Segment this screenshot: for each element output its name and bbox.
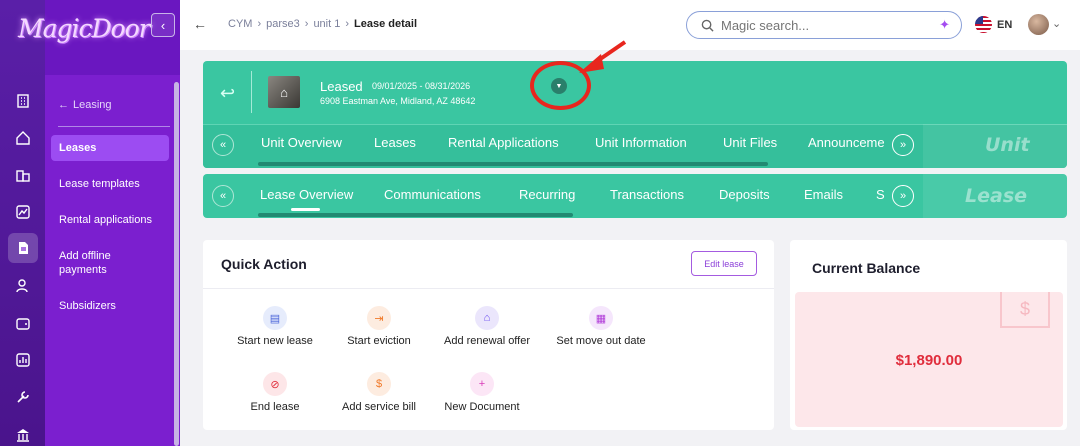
breadcrumb-item[interactable]: CYM: [228, 18, 252, 30]
tab-lease-overview[interactable]: Lease Overview: [260, 187, 353, 202]
tab-deposits[interactable]: Deposits: [719, 187, 770, 202]
arrow-left-icon: ←: [58, 99, 69, 111]
lease-tabs-scrollbar[interactable]: [258, 213, 573, 217]
tab-unit-overview[interactable]: Unit Overview: [261, 135, 342, 150]
add-renewal-offer-action[interactable]: Add renewal offer: [444, 335, 530, 347]
new-lease-icon[interactable]: ▤: [263, 306, 287, 330]
unit-tabs-next[interactable]: »: [892, 134, 914, 156]
breadcrumb-separator: ›: [304, 18, 309, 30]
arrow-left-icon: ←: [193, 16, 207, 32]
tab-unit-files[interactable]: Unit Files: [723, 135, 777, 150]
wallet-icon[interactable]: [8, 308, 38, 338]
unit-tabs-scrollbar[interactable]: [258, 162, 768, 166]
lease-doc-icon[interactable]: [8, 233, 38, 263]
double-chevron-left-icon: «: [219, 139, 227, 151]
new-document-action[interactable]: New Document: [444, 401, 519, 413]
quick-action-title: Quick Action: [221, 256, 307, 272]
tab-transactions[interactable]: Transactions: [610, 187, 684, 202]
start-new-lease-action[interactable]: Start new lease: [237, 335, 313, 347]
breadcrumb-current: Lease detail: [354, 18, 418, 30]
people-icon[interactable]: [8, 271, 38, 301]
header-divider: [251, 71, 252, 113]
submenu-divider: [58, 126, 170, 127]
breadcrumb-separator: ›: [257, 18, 262, 30]
submenu-item-leases[interactable]: Leases: [51, 135, 169, 161]
submenu-item-lease-templates[interactable]: Lease templates: [51, 171, 169, 197]
double-chevron-left-icon: «: [219, 190, 227, 202]
unit-badge: Unit: [985, 134, 1030, 156]
lease-dates: 09/01/2025 - 08/31/2026: [372, 81, 471, 91]
search-icon: [701, 19, 714, 32]
submenu-item-rental-applications[interactable]: Rental applications: [51, 207, 169, 233]
edit-lease-button[interactable]: Edit lease: [691, 251, 757, 276]
tab-communications[interactable]: Communications: [384, 187, 481, 202]
submenu-item-subsidizers[interactable]: Subsidizers: [51, 293, 169, 319]
tab-truncated[interactable]: S: [876, 187, 885, 202]
header-back-button[interactable]: ←: [193, 16, 209, 32]
add-service-bill-action[interactable]: Add service bill: [342, 401, 416, 413]
property-address: 6908 Eastman Ave, Midland, AZ 48642: [320, 96, 476, 106]
sparkle-icon: ✦: [939, 17, 950, 32]
collapse-sidebar-button[interactable]: ‹: [151, 13, 175, 37]
chart-icon[interactable]: [8, 197, 38, 227]
active-tab-indicator: [291, 208, 320, 211]
avatar[interactable]: [1028, 14, 1049, 35]
report-icon[interactable]: [8, 345, 38, 375]
lease-status: Leased: [320, 79, 363, 94]
house-icon: ⌂: [280, 84, 288, 100]
renewal-icon[interactable]: ⌂: [475, 306, 499, 330]
property-icon[interactable]: [8, 160, 38, 190]
buildings-icon[interactable]: [8, 86, 38, 116]
set-move-out-date-action[interactable]: Set move out date: [556, 335, 645, 347]
double-chevron-right-icon: »: [899, 139, 907, 151]
current-balance-title: Current Balance: [812, 260, 921, 276]
tab-recurring[interactable]: Recurring: [519, 187, 575, 202]
return-icon[interactable]: ↩: [220, 83, 235, 104]
lease-tabs-prev[interactable]: «: [212, 185, 234, 207]
search-input[interactable]: [721, 17, 921, 33]
eviction-icon[interactable]: ⇥: [367, 306, 391, 330]
service-bill-icon[interactable]: $: [367, 372, 391, 396]
chevron-down-icon[interactable]: ⌄: [1052, 17, 1061, 30]
start-eviction-action[interactable]: Start eviction: [347, 335, 411, 347]
tab-emails[interactable]: Emails: [804, 187, 843, 202]
breadcrumb: CYM › parse3 › unit 1 › Lease detail: [228, 18, 417, 30]
back-to-leasing-link[interactable]: ← Leasing: [58, 99, 112, 111]
breadcrumb-item[interactable]: parse3: [266, 18, 300, 30]
tab-rental-applications[interactable]: Rental Applications: [448, 135, 559, 150]
lease-tabs-next[interactable]: »: [892, 185, 914, 207]
us-flag-icon: [975, 16, 992, 33]
breadcrumb-separator: ›: [345, 18, 350, 30]
bank-icon[interactable]: [8, 420, 38, 446]
breadcrumb-item[interactable]: unit 1: [313, 18, 340, 30]
end-lease-action[interactable]: End lease: [251, 401, 300, 413]
language-code: EN: [997, 18, 1013, 31]
quick-action-divider: [203, 288, 774, 289]
tab-announcements[interactable]: Announceme: [808, 135, 884, 150]
tab-unit-information[interactable]: Unit Information: [595, 135, 687, 150]
annotation-arrow-icon: [579, 40, 627, 73]
magic-search[interactable]: ✦: [686, 11, 962, 39]
property-thumbnail: ⌂: [268, 76, 300, 108]
home-icon[interactable]: [8, 123, 38, 153]
submenu-scrollbar[interactable]: [174, 82, 179, 446]
chevron-left-icon: ‹: [160, 17, 166, 33]
lease-badge: Lease: [965, 185, 1028, 207]
double-chevron-right-icon: »: [899, 190, 907, 202]
submenu-item-add-offline-payments[interactable]: Add offline payments: [51, 243, 151, 283]
calendar-icon[interactable]: ▦: [589, 306, 613, 330]
back-link-label: Leasing: [73, 99, 112, 111]
tab-leases[interactable]: Leases: [374, 135, 416, 150]
app-logo[interactable]: MagicDoor: [18, 14, 151, 54]
balance-amount: $1,890.00: [895, 352, 963, 369]
receipt-icon: $: [1000, 292, 1050, 328]
unit-tabs-prev[interactable]: «: [212, 134, 234, 156]
new-document-icon[interactable]: +: [470, 372, 494, 396]
end-lease-icon[interactable]: ⊘: [263, 372, 287, 396]
tools-icon[interactable]: [8, 382, 38, 412]
language-selector[interactable]: EN: [975, 16, 1012, 33]
